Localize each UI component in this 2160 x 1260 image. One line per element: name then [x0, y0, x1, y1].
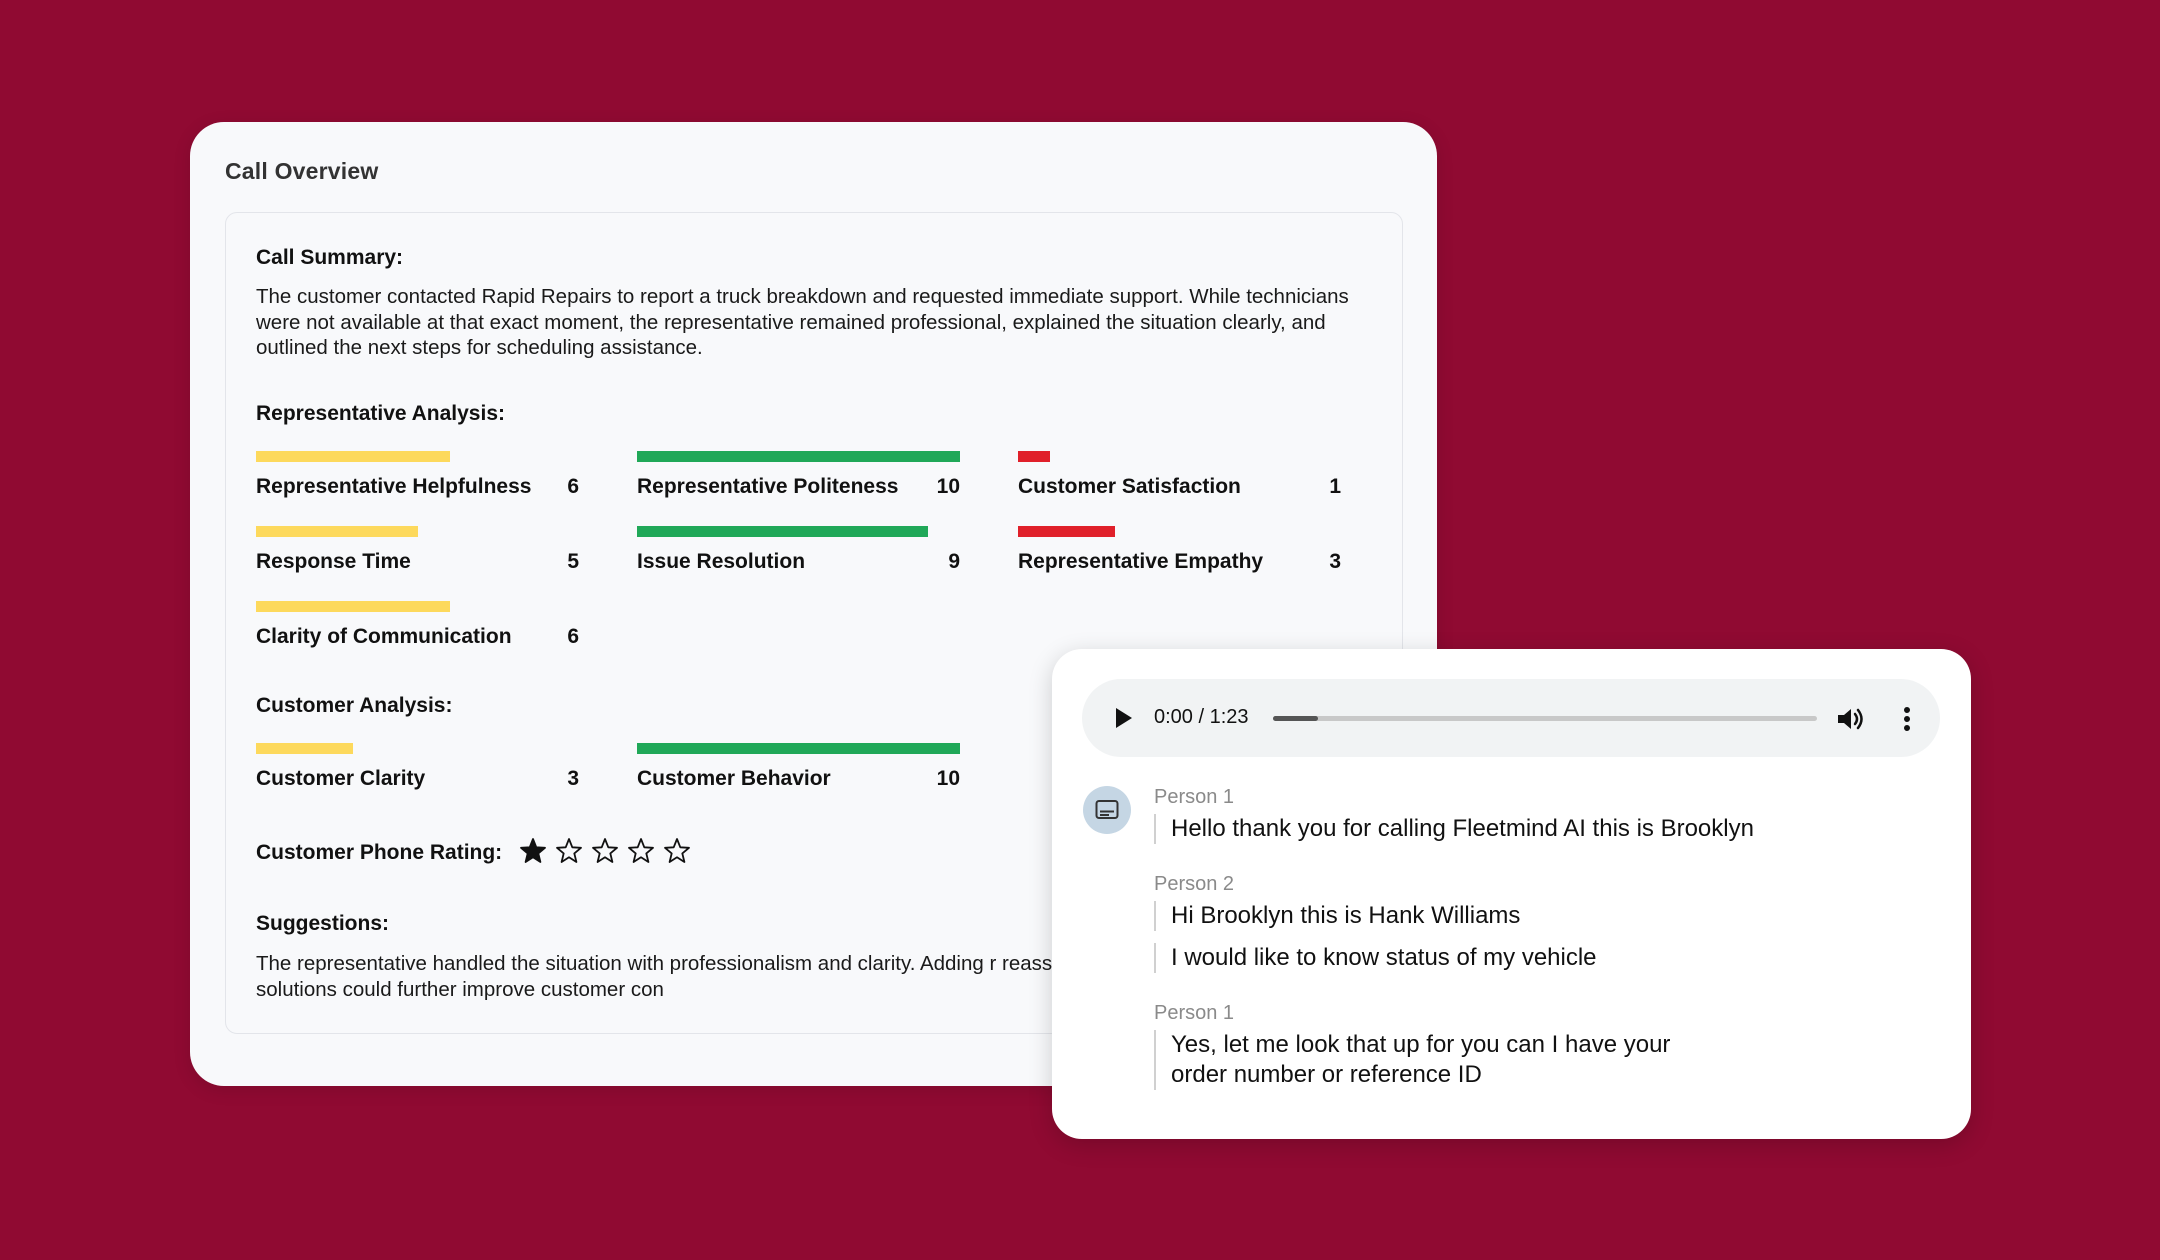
metric-customer-behavior: Customer Behavior 10 [637, 743, 960, 795]
metric-representative-politeness: Representative Politeness 10 [637, 451, 960, 503]
star-outline-icon [663, 837, 691, 865]
speaker-label: Person 1 [1154, 1002, 1235, 1024]
metric-value: 6 [567, 475, 579, 498]
more-vertical-icon[interactable] [1892, 703, 1922, 735]
metric-representative-empathy: Representative Empathy 3 [1018, 526, 1341, 578]
overview-title: Call Overview [225, 158, 379, 184]
metric-value: 10 [936, 475, 960, 498]
subtitles-icon [1083, 786, 1131, 834]
metric-label: Representative Empathy [1018, 550, 1264, 573]
metric-bar [637, 743, 960, 754]
metric-value: 3 [1329, 550, 1341, 573]
representative-analysis-heading: Representative Analysis: [256, 402, 505, 425]
time-display: 0:00 / 1:23 [1154, 706, 1249, 728]
star-outline-icon [627, 837, 655, 865]
metric-label: Clarity of Communication [256, 625, 512, 648]
metric-value: 9 [948, 550, 960, 573]
metric-bar [256, 451, 450, 462]
star-filled-icon [519, 837, 547, 865]
transcript-line: I would like to know status of my vehicl… [1154, 943, 1597, 973]
rating-stars [519, 837, 699, 870]
metric-bar [1018, 451, 1050, 462]
transcript-line: Yes, let me look that up for you can I h… [1154, 1030, 1691, 1090]
metric-customer-satisfaction: Customer Satisfaction 1 [1018, 451, 1341, 503]
metric-value: 6 [567, 625, 579, 648]
metric-response-time: Response Time 5 [256, 526, 579, 578]
metric-bar [637, 451, 960, 462]
volume-icon[interactable] [1834, 703, 1866, 735]
speaker-label: Person 1 [1154, 786, 1235, 808]
metric-bar [256, 601, 450, 612]
metric-bar [637, 526, 928, 537]
call-transcript-card: 0:00 / 1:23 Person 1 Hello thank you for… [1052, 649, 1971, 1139]
progress-slider[interactable] [1273, 716, 1817, 721]
metric-value: 3 [567, 767, 579, 790]
star-outline-icon [555, 837, 583, 865]
metric-label: Customer Satisfaction [1018, 475, 1241, 498]
metric-bar [256, 743, 353, 754]
metric-label: Customer Behavior [637, 767, 831, 790]
transcript-line: Hi Brooklyn this is Hank Williams [1154, 901, 1520, 931]
metric-label: Issue Resolution [637, 550, 806, 573]
metric-label: Response Time [256, 550, 411, 573]
call-summary-text: The customer contacted Rapid Repairs to … [256, 285, 1349, 359]
metric-bar [1018, 526, 1115, 537]
metric-clarity-of-communication: Clarity of Communication 6 [256, 601, 579, 653]
transcript-line: Hello thank you for calling Fleetmind AI… [1154, 814, 1754, 844]
metric-value: 5 [567, 550, 579, 573]
audio-player: 0:00 / 1:23 [1082, 679, 1940, 757]
metric-value: 1 [1329, 475, 1341, 498]
progress-fill [1273, 716, 1319, 721]
play-icon[interactable] [1108, 703, 1138, 733]
metric-representative-helpfulness: Representative Helpfulness 6 [256, 451, 579, 503]
metric-label: Representative Politeness [637, 475, 899, 498]
metric-bar [256, 526, 418, 537]
rating-label: Customer Phone Rating: [256, 841, 503, 864]
speaker-label: Person 2 [1154, 873, 1235, 895]
metric-label: Representative Helpfulness [256, 475, 532, 498]
star-outline-icon [591, 837, 619, 865]
suggestions-heading: Suggestions: [256, 912, 390, 935]
call-summary-heading: Call Summary: [256, 246, 404, 269]
metric-issue-resolution: Issue Resolution 9 [637, 526, 960, 578]
metric-value: 10 [936, 767, 960, 790]
metric-customer-clarity: Customer Clarity 3 [256, 743, 579, 795]
metric-label: Customer Clarity [256, 767, 426, 790]
customer-analysis-heading: Customer Analysis: [256, 694, 453, 717]
